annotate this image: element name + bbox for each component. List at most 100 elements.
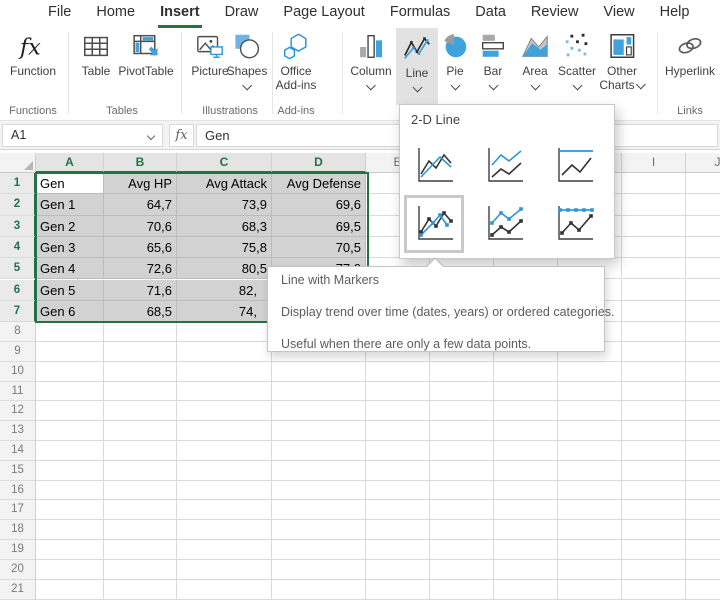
cell-B16[interactable] <box>104 481 177 501</box>
line-chart-button[interactable]: Line <box>396 28 438 105</box>
cell-E10[interactable] <box>366 362 430 382</box>
cell-I19[interactable] <box>622 540 686 560</box>
cell-F16[interactable] <box>430 481 494 501</box>
cell-E13[interactable] <box>366 421 430 441</box>
cell-E21[interactable] <box>366 580 430 600</box>
cell-C18[interactable] <box>177 520 272 540</box>
row-header-18[interactable]: 18 <box>0 520 36 540</box>
cell-H12[interactable] <box>558 401 622 421</box>
cell-J7[interactable] <box>686 301 720 322</box>
cell-J21[interactable] <box>686 580 720 600</box>
cell-F17[interactable] <box>430 500 494 520</box>
cell-J6[interactable] <box>686 280 720 301</box>
cell-I17[interactable] <box>622 500 686 520</box>
cell-A9[interactable] <box>36 342 104 362</box>
cell-A12[interactable] <box>36 401 104 421</box>
cell-B20[interactable] <box>104 560 177 580</box>
cell-F15[interactable] <box>430 461 494 481</box>
cell-C12[interactable] <box>177 401 272 421</box>
cell-F18[interactable] <box>430 520 494 540</box>
cell-D12[interactable] <box>272 401 366 421</box>
cell-F10[interactable] <box>430 362 494 382</box>
cell-B14[interactable] <box>104 441 177 461</box>
scatter-chart-button[interactable]: Scatter <box>558 31 596 89</box>
cell-E11[interactable] <box>366 382 430 402</box>
cell-A21[interactable] <box>36 580 104 600</box>
cell-J5[interactable] <box>686 258 720 279</box>
cell-I6[interactable] <box>622 280 686 301</box>
cell-E20[interactable] <box>366 560 430 580</box>
row-header-8[interactable]: 8 <box>0 322 36 342</box>
office-addins-button[interactable]: Office Add-ins <box>276 31 317 92</box>
cell-I11[interactable] <box>622 382 686 402</box>
row-header-14[interactable]: 14 <box>0 441 36 461</box>
cell-H14[interactable] <box>558 441 622 461</box>
thumb-100-stacked-line[interactable] <box>551 144 597 188</box>
table-button[interactable]: Table <box>77 31 115 78</box>
column-header-C[interactable]: C <box>177 153 272 173</box>
cell-J1[interactable] <box>686 173 720 194</box>
menu-tab-data[interactable]: Data <box>473 3 508 28</box>
cell-C14[interactable] <box>177 441 272 461</box>
cell-B17[interactable] <box>104 500 177 520</box>
cell-C7[interactable]: 74, <box>177 301 272 322</box>
cell-C19[interactable] <box>177 540 272 560</box>
cell-J10[interactable] <box>686 362 720 382</box>
cell-C15[interactable] <box>177 461 272 481</box>
cell-F20[interactable] <box>430 560 494 580</box>
cell-J3[interactable] <box>686 216 720 237</box>
cell-I16[interactable] <box>622 481 686 501</box>
cell-D20[interactable] <box>272 560 366 580</box>
cell-C13[interactable] <box>177 421 272 441</box>
cell-B12[interactable] <box>104 401 177 421</box>
name-box[interactable]: A1 <box>2 124 163 147</box>
cell-A11[interactable] <box>36 382 104 402</box>
cell-G18[interactable] <box>494 520 558 540</box>
cell-A20[interactable] <box>36 560 104 580</box>
cell-J14[interactable] <box>686 441 720 461</box>
cell-A18[interactable] <box>36 520 104 540</box>
bar-chart-button[interactable]: Bar <box>474 31 512 89</box>
cell-I5[interactable] <box>622 258 686 279</box>
cell-I15[interactable] <box>622 461 686 481</box>
cell-C6[interactable]: 82, <box>177 280 272 301</box>
thumb-100-stacked-line-with-markers[interactable] <box>551 202 597 246</box>
cell-J13[interactable] <box>686 421 720 441</box>
cell-E19[interactable] <box>366 540 430 560</box>
cell-H20[interactable] <box>558 560 622 580</box>
cell-D3[interactable]: 69,5 <box>272 216 366 237</box>
cell-I9[interactable] <box>622 342 686 362</box>
cell-D11[interactable] <box>272 382 366 402</box>
cell-A19[interactable] <box>36 540 104 560</box>
cell-B2[interactable]: 64,7 <box>104 194 177 215</box>
cell-C11[interactable] <box>177 382 272 402</box>
cell-H18[interactable] <box>558 520 622 540</box>
cell-J15[interactable] <box>686 461 720 481</box>
menu-tab-help[interactable]: Help <box>658 3 692 28</box>
cell-H11[interactable] <box>558 382 622 402</box>
cell-B1[interactable]: Avg HP <box>104 173 177 194</box>
thumb-line[interactable] <box>411 144 457 188</box>
cell-G10[interactable] <box>494 362 558 382</box>
column-header-B[interactable]: B <box>104 153 177 173</box>
row-header-3[interactable]: 3 <box>0 216 36 237</box>
cell-B5[interactable]: 72,6 <box>104 258 177 279</box>
column-chart-button[interactable]: Column <box>350 31 391 89</box>
row-header-15[interactable]: 15 <box>0 461 36 481</box>
cell-A13[interactable] <box>36 421 104 441</box>
cell-D13[interactable] <box>272 421 366 441</box>
cell-D17[interactable] <box>272 500 366 520</box>
cell-A17[interactable] <box>36 500 104 520</box>
menu-tab-page-layout[interactable]: Page Layout <box>281 3 366 28</box>
menu-tab-view[interactable]: View <box>601 3 636 28</box>
cell-J12[interactable] <box>686 401 720 421</box>
cell-G13[interactable] <box>494 421 558 441</box>
cell-G17[interactable] <box>494 500 558 520</box>
cell-A8[interactable] <box>36 322 104 342</box>
cell-H19[interactable] <box>558 540 622 560</box>
cell-A5[interactable]: Gen 4 <box>36 258 104 279</box>
row-header-11[interactable]: 11 <box>0 382 36 402</box>
row-header-19[interactable]: 19 <box>0 540 36 560</box>
cell-J20[interactable] <box>686 560 720 580</box>
cell-H15[interactable] <box>558 461 622 481</box>
